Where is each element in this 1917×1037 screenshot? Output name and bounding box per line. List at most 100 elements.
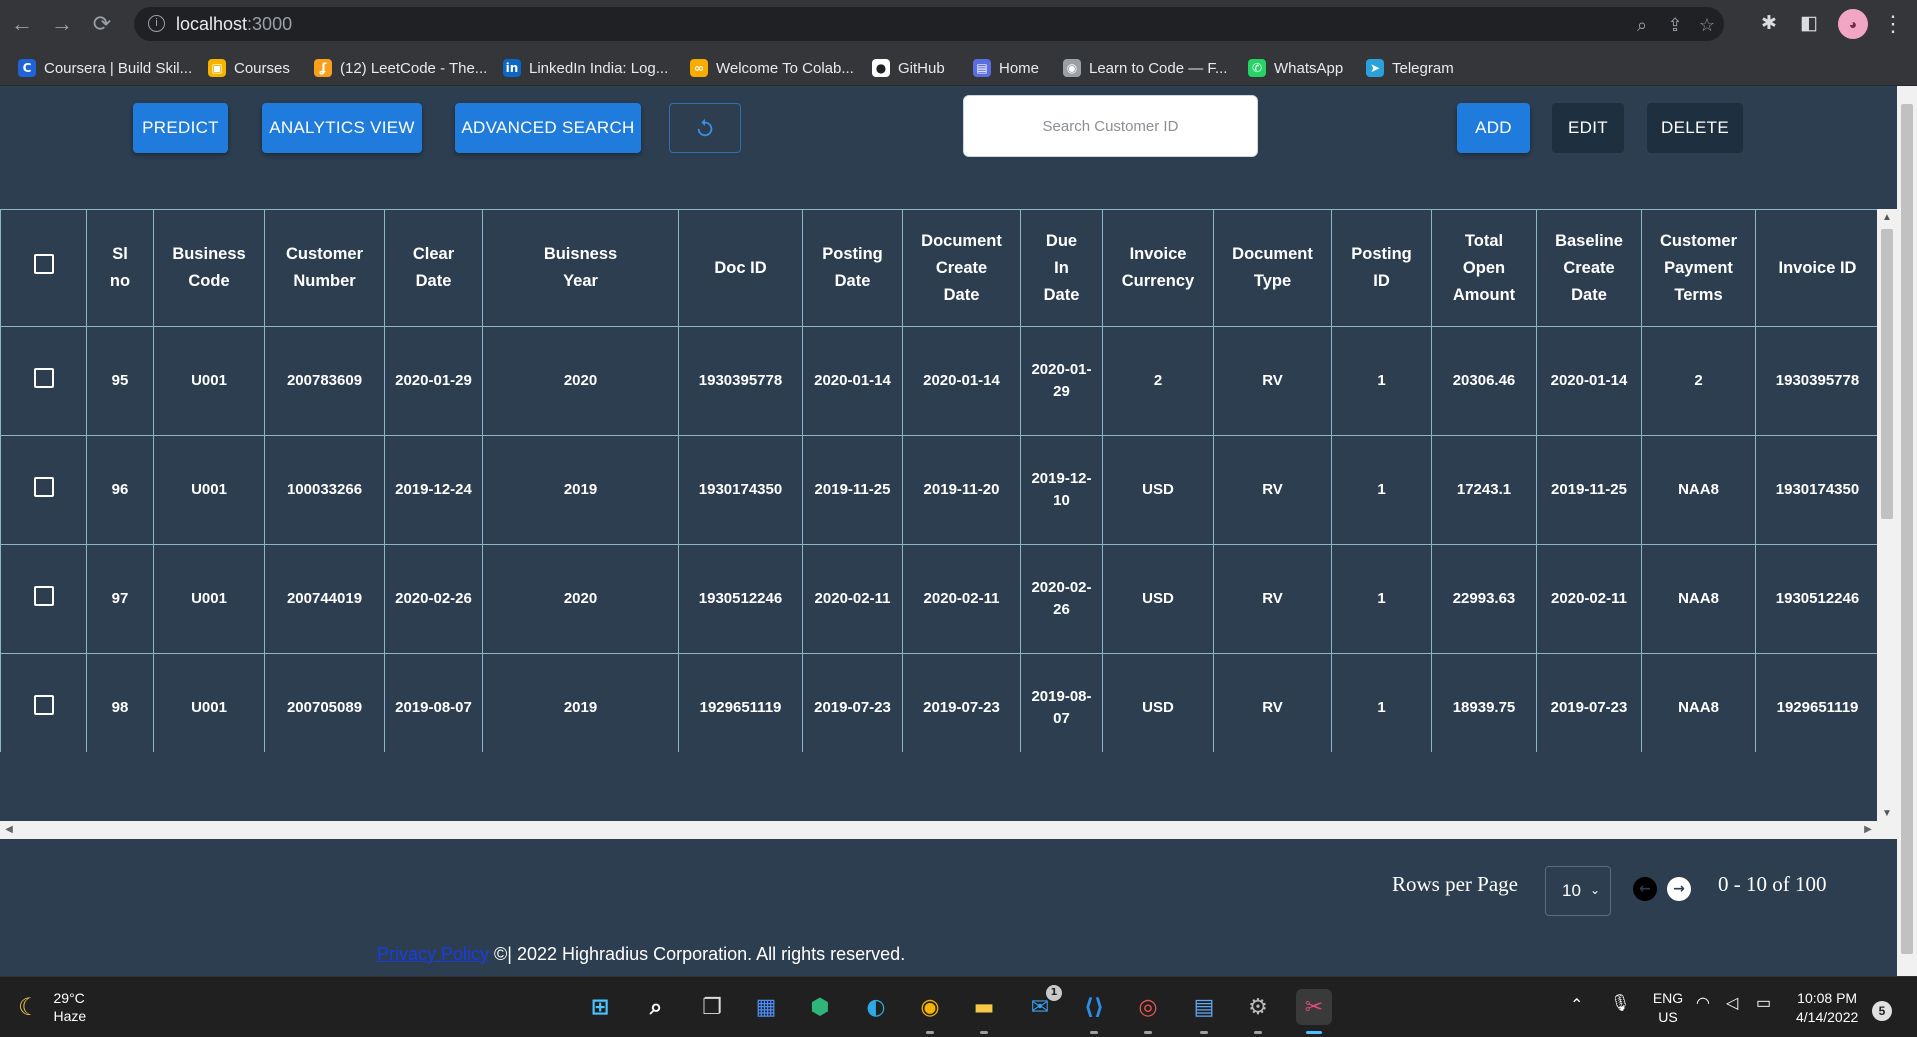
bookmark-star-icon[interactable]: ☆ [1696,14,1718,36]
page-scroll-thumb[interactable] [1901,104,1913,954]
forward-arrow-icon[interactable]: → [48,10,76,38]
store-icon[interactable]: ▦ [748,989,784,1025]
column-header[interactable]: Doc ID [678,209,803,327]
column-header[interactable]: Posting Date [802,209,903,327]
row-checkbox[interactable] [33,476,54,497]
notepad-running-indicator [1200,1031,1208,1034]
profile-avatar[interactable]: ◕ [1838,9,1868,39]
previous-page-icon[interactable]: ← [1633,877,1657,901]
bookmark-item[interactable]: ʆ (12) LeetCode - The... [314,58,487,78]
row-checkbox[interactable] [33,585,54,606]
scroll-right-arrow-icon[interactable]: ▶ [1859,821,1877,839]
table-scroll-thumb[interactable] [1881,229,1893,519]
notification-count-badge[interactable]: 5 [1872,1001,1892,1021]
microphone-icon[interactable]: 🎙 [1610,993,1630,1013]
column-header-line: Clear [412,245,455,263]
zoom-icon[interactable]: ⌕ [1631,14,1653,36]
rows-per-page-select[interactable]: 10 ⌄ [1545,866,1611,916]
column-header[interactable]: Buisness Year [482,209,679,327]
wifi-icon[interactable]: ◠ [1696,993,1710,1013]
table-row[interactable]: 98 U001 200705089 2019-08-07 2019 1929651119 2… [0,653,1897,752]
column-header[interactable]: Customer Payment Terms [1641,209,1756,327]
column-header[interactable]: Baseline Create Date [1536,209,1642,327]
column-header-line: Number [293,272,356,290]
column-header[interactable]: Customer Number [264,209,385,327]
bookmark-item[interactable]: ▤ Home [973,58,1039,78]
windows-start-icon[interactable]: ⊞ [582,989,618,1025]
column-header[interactable]: Business Code [153,209,265,327]
clock[interactable]: 10:08 PM 4/14/2022 [1796,989,1858,1027]
column-header-line: no [109,272,131,290]
scroll-up-arrow-icon[interactable]: ▲ [1877,209,1897,227]
table-cell: 2019-12-24 [384,435,483,545]
page-scrollbar[interactable] [1897,86,1917,976]
vscode-icon[interactable]: ⟨⟩ [1076,989,1112,1025]
edge-icon[interactable]: ◐ [858,989,894,1025]
row-checkbox[interactable] [33,694,54,715]
site-info-icon[interactable]: i [148,15,165,32]
column-header-line: Due [1045,231,1078,250]
next-page-icon[interactable]: → [1667,877,1691,901]
column-header[interactable]: Posting ID [1331,209,1432,327]
column-header[interactable]: Total Open Amount [1431,209,1537,327]
rows-per-page-value: 10 [1562,881,1581,900]
back-arrow-icon[interactable]: ← [8,10,36,38]
language-indicator[interactable]: ENG US [1648,989,1688,1027]
bookmark-item[interactable]: in LinkedIn India: Log... [503,58,668,78]
select-all-checkbox[interactable] [33,253,54,274]
mail-icon[interactable]: ✉ 1 [1022,985,1062,1025]
app-icon[interactable]: ⬢ [802,989,838,1025]
table-cell: 1930395778 [678,326,803,436]
privacy-policy-link[interactable]: Privacy Policy [377,944,489,964]
side-panel-icon[interactable]: ◧ [1796,11,1822,37]
column-header[interactable]: Document Type [1213,209,1332,327]
volume-icon[interactable]: ◁ [1726,993,1738,1013]
bookmark-item[interactable]: ● GitHub [872,58,945,78]
settings-gear-icon[interactable]: ⚙ [1240,989,1276,1025]
chrome-profile-icon[interactable]: ◎ [1130,989,1166,1025]
extensions-icon[interactable]: ✱ [1756,11,1782,37]
bookmark-item[interactable]: ➤ Telegram [1366,58,1454,78]
search-icon[interactable]: ⌕ [638,989,674,1025]
column-header[interactable]: Sl no [86,209,154,327]
bookmark-item[interactable]: C Coursera | Build Skil... [18,58,192,78]
column-header[interactable]: Document Create Date [902,209,1021,327]
chrome-icon[interactable]: ◉ [912,989,948,1025]
column-header-line: Amount [1452,285,1516,304]
table-row[interactable]: 95 U001 200783609 2020-01-29 2020 1930395778 2… [0,326,1897,436]
column-header-line: Total [1464,231,1504,250]
column-header-line: Open [1462,258,1506,277]
bookmark-item[interactable]: ▣ Courses [208,58,290,78]
table-cell: 2019-11-20 [902,435,1021,545]
task-view-icon[interactable]: ❐ [694,989,730,1025]
file-explorer-icon[interactable]: ▬ [966,989,1002,1025]
bookmark-item[interactable]: ∞ Welcome To Colab... [690,58,854,78]
row-checkbox[interactable] [33,367,54,388]
table-cell: USD [1102,544,1214,654]
snipping-tool-icon[interactable]: ✂ [1296,989,1332,1025]
table-row[interactable]: 96 U001 100033266 2019-12-24 2019 1930174350 2… [0,435,1897,545]
column-header[interactable]: Due In Date [1020,209,1103,327]
column-header[interactable]: Clear Date [384,209,483,327]
table-cell: 2019 [482,435,679,545]
bookmark-label: Courses [234,59,290,77]
chevron-up-icon[interactable]: ⌃ [1570,995,1583,1015]
battery-icon[interactable]: ▭ [1756,993,1771,1013]
notepad-icon[interactable]: ▤ [1186,989,1222,1025]
table-horizontal-scrollbar[interactable]: ◀ ▶ [0,821,1877,839]
weather-widget[interactable]: ☾ 29°C Haze [18,989,86,1025]
bookmark-label: (12) LeetCode - The... [340,59,488,77]
column-header[interactable]: Invoice ID [1755,209,1880,327]
column-header[interactable]: Invoice Currency [1102,209,1214,327]
scroll-down-arrow-icon[interactable]: ▼ [1877,805,1897,823]
browser-menu-icon[interactable]: ⋮ [1882,10,1904,38]
scroll-left-arrow-icon[interactable]: ◀ [0,821,18,839]
table-row[interactable]: 97 U001 200744019 2020-02-26 2020 1930512246 2… [0,544,1897,654]
address-bar[interactable]: i localhost:3000 ⌕ ⇪ ☆ [134,7,1724,41]
row-select-cell [0,435,87,545]
reload-icon[interactable]: ⟳ [88,10,116,38]
table-vertical-scrollbar[interactable]: ▲ ▼ [1877,209,1897,839]
bookmark-item[interactable]: ✆ WhatsApp [1248,58,1343,78]
share-icon[interactable]: ⇪ [1664,14,1686,36]
bookmark-item[interactable]: ◉ Learn to Code — F... [1063,58,1227,78]
